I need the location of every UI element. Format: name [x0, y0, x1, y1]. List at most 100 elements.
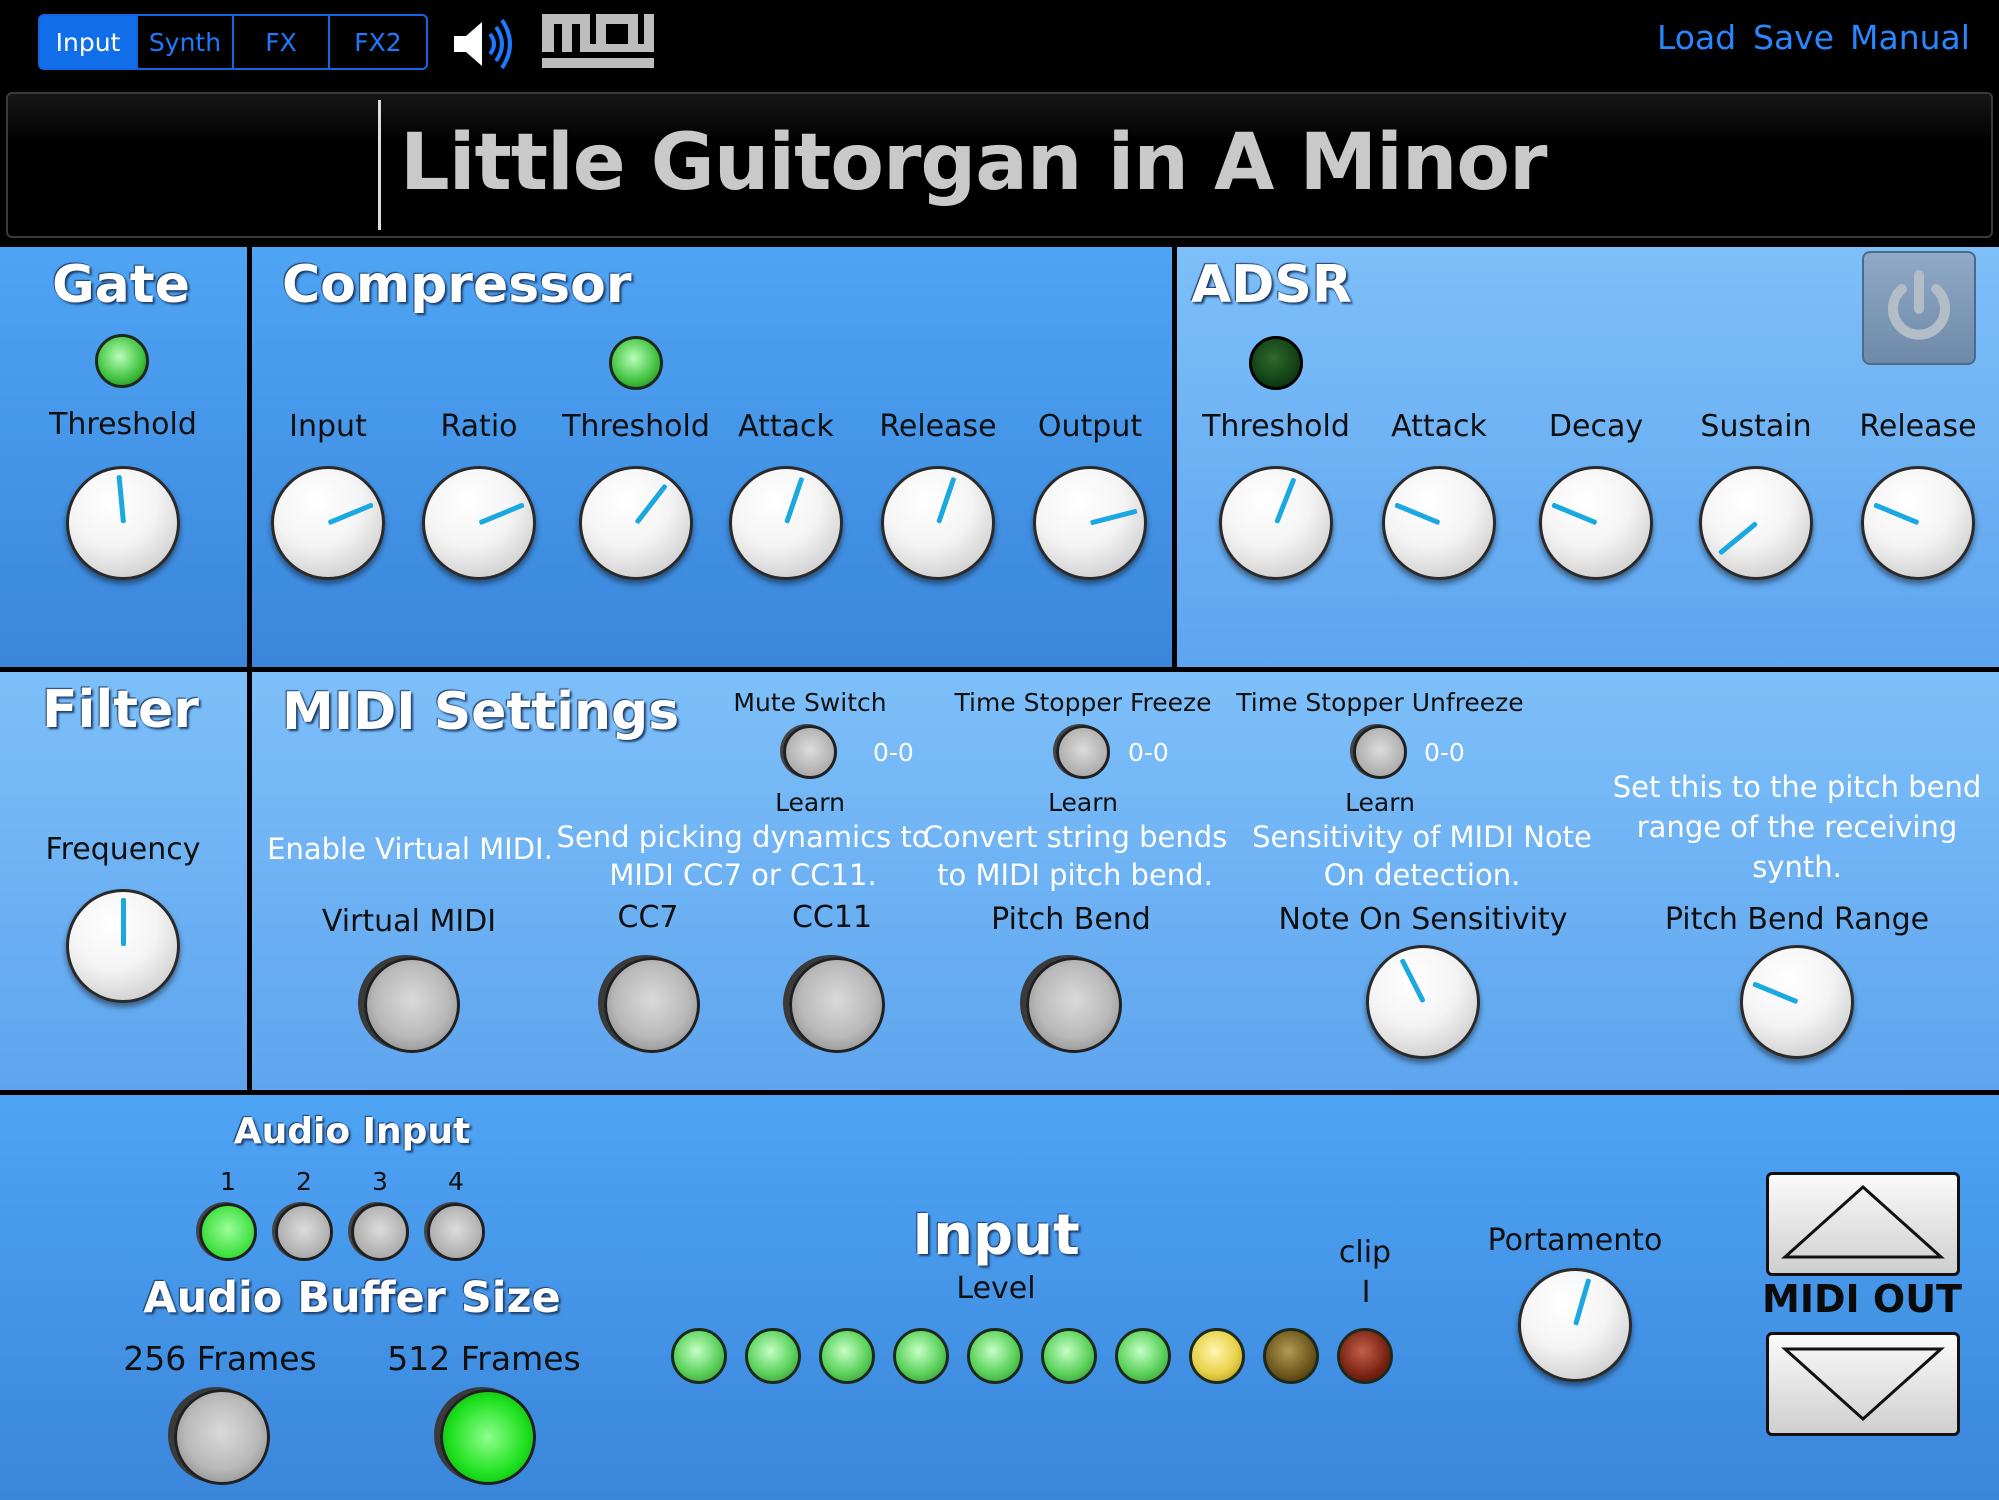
comp-threshold-knob[interactable] [579, 466, 693, 580]
midi-out-up-button[interactable] [1766, 1172, 1960, 1276]
bottom-panel: Audio Input 1 2 3 4 Audio Buffer Size 25… [0, 1095, 1999, 1500]
audio-input-4-button[interactable] [427, 1203, 485, 1261]
audio-input-2-button[interactable] [275, 1203, 333, 1261]
cc7-button[interactable] [604, 957, 700, 1053]
tab-synth[interactable]: Synth [136, 14, 234, 70]
freeze-value: 0-0 [1128, 738, 1169, 767]
buffer-256-label: 256 Frames [123, 1339, 317, 1378]
cc11-label: CC11 [791, 900, 873, 935]
filter-frequency-knob[interactable] [66, 889, 180, 1003]
adsr-led [1249, 336, 1303, 390]
knob-indicator [783, 476, 804, 524]
mute-switch-learn-button[interactable] [783, 725, 837, 779]
midi-out-label: MIDI OUT [1762, 1277, 1962, 1321]
cc11-button[interactable] [789, 957, 885, 1053]
tab-fx2[interactable]: FX2 [328, 14, 428, 70]
preset-title[interactable]: Little Guitorgan in A Minor [400, 118, 1547, 208]
virtual-midi-desc: Enable Virtual MIDI. [267, 832, 553, 866]
pb-range-desc-1: Set this to the pitch bend [1612, 770, 1982, 804]
knob-indicator [120, 898, 126, 946]
freeze-learn-button[interactable] [1056, 725, 1110, 779]
speaker-icon[interactable] [450, 14, 520, 74]
cc7-label: CC7 [617, 900, 679, 935]
pitch-bend-range-knob[interactable] [1740, 945, 1854, 1059]
adsr-release-knob[interactable] [1861, 466, 1975, 580]
pitch-bend-label: Pitch Bend [991, 902, 1151, 937]
knob-indicator [1717, 521, 1758, 556]
filter-frequency-label: Frequency [45, 832, 201, 867]
midi-out-down-button[interactable] [1766, 1332, 1960, 1436]
knob-indicator [1398, 958, 1426, 1004]
unfreeze-label: Time Stopper Unfreeze [1236, 688, 1524, 717]
clip-label: clip [1338, 1235, 1392, 1270]
audio-input-3-button[interactable] [351, 1203, 409, 1261]
pitch-bend-range-label: Pitch Bend Range [1664, 902, 1930, 937]
mute-switch-label: Mute Switch [733, 688, 887, 717]
load-button[interactable]: Load [1657, 18, 1736, 57]
knob-indicator [1550, 502, 1597, 526]
save-button[interactable]: Save [1753, 18, 1834, 57]
tab-fx[interactable]: FX [232, 14, 330, 70]
dynamics-desc-2: MIDI CC7 or CC11. [609, 858, 877, 892]
portamento-knob[interactable] [1518, 1268, 1632, 1382]
level-led [1263, 1328, 1319, 1384]
level-led [819, 1328, 875, 1384]
note-on-desc-2: On detection. [1323, 858, 1521, 892]
audio-input-2-label: 2 [296, 1167, 312, 1196]
unfreeze-learn-label: Learn [1345, 788, 1415, 817]
note-on-sensitivity-knob[interactable] [1366, 945, 1480, 1059]
note-on-desc-1: Sensitivity of MIDI Note [1252, 820, 1592, 854]
gate-title: Gate [52, 255, 190, 315]
unfreeze-learn-button[interactable] [1353, 725, 1407, 779]
knob-indicator [1751, 981, 1798, 1005]
audio-buffer-title: Audio Buffer Size [143, 1273, 561, 1323]
comp-attack-knob[interactable] [729, 466, 843, 580]
adsr-threshold-label: Threshold [1202, 409, 1350, 444]
note-on-sensitivity-label: Note On Sensitivity [1278, 902, 1568, 937]
adsr-decay-knob[interactable] [1539, 466, 1653, 580]
gate-threshold-knob[interactable] [66, 466, 180, 580]
audio-input-1-button[interactable] [199, 1203, 257, 1261]
gate-led [95, 334, 149, 388]
knob-indicator [327, 502, 374, 526]
buffer-256-button[interactable] [174, 1389, 270, 1485]
comp-ratio-knob[interactable] [422, 466, 536, 580]
title-divider [378, 100, 381, 230]
knob-indicator [478, 502, 525, 526]
filter-title: Filter [42, 680, 199, 740]
comp-output-knob[interactable] [1033, 466, 1147, 580]
freeze-learn-label: Learn [1048, 788, 1118, 817]
audio-input-3-label: 3 [372, 1167, 388, 1196]
portamento-label: Portamento [1487, 1223, 1663, 1258]
pitch-bend-button[interactable] [1026, 957, 1122, 1053]
tab-input[interactable]: Input [38, 14, 138, 70]
adsr-sustain-knob[interactable] [1699, 466, 1813, 580]
manual-button[interactable]: Manual [1850, 18, 1970, 57]
power-icon[interactable] [1862, 251, 1976, 365]
comp-input-knob[interactable] [271, 466, 385, 580]
midi-logo[interactable] [540, 12, 660, 72]
adsr-threshold-knob[interactable] [1219, 466, 1333, 580]
comp-release-knob[interactable] [881, 466, 995, 580]
level-led [1189, 1328, 1245, 1384]
midi-settings-panel: MIDI Settings Mute Switch 0-0 Learn Time… [252, 672, 1999, 1090]
adsr-sustain-label: Sustain [1700, 409, 1812, 444]
unfreeze-value: 0-0 [1424, 738, 1465, 767]
buffer-512-button[interactable] [440, 1389, 536, 1485]
down-arrow-icon [1781, 1347, 1945, 1422]
level-led [745, 1328, 801, 1384]
compressor-panel: Compressor Input Ratio Threshold Attack … [252, 247, 1172, 667]
virtual-midi-button[interactable] [364, 957, 460, 1053]
audio-input-4-label: 4 [448, 1167, 464, 1196]
level-led [967, 1328, 1023, 1384]
filter-panel: Filter Frequency [0, 672, 247, 1090]
compressor-led [609, 336, 663, 390]
adsr-attack-label: Attack [1391, 409, 1487, 444]
adsr-attack-knob[interactable] [1382, 466, 1496, 580]
knob-indicator [1273, 477, 1296, 524]
mute-switch-learn-label: Learn [775, 788, 845, 817]
level-led [1041, 1328, 1097, 1384]
up-arrow-icon [1781, 1184, 1945, 1259]
virtual-midi-label: Virtual MIDI [321, 904, 497, 939]
level-led [671, 1328, 727, 1384]
